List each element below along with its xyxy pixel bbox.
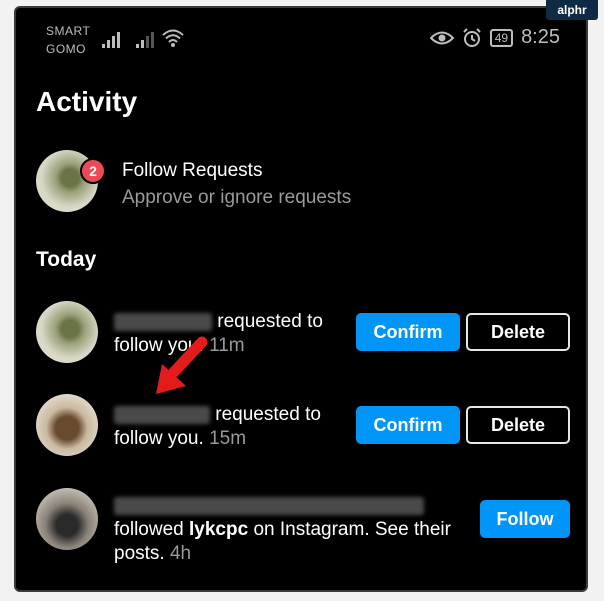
phone-screen: SMART GOMO 49 8:25 Activity 2 Follow Req…	[14, 6, 588, 592]
wifi-icon	[162, 29, 184, 47]
notification-text: requested to follow you. 15m	[114, 404, 321, 449]
redacted-username[interactable]	[114, 312, 212, 331]
delete-button[interactable]: Delete	[466, 313, 570, 351]
battery-icon: 49	[489, 28, 514, 47]
avatar[interactable]	[36, 488, 98, 550]
notification-text: requested to follow you. 11m	[114, 311, 323, 356]
signal-icon	[102, 30, 120, 48]
avatar[interactable]	[36, 394, 98, 456]
signal-icon	[136, 30, 154, 48]
redacted-username[interactable]	[114, 405, 210, 424]
alarm-icon	[462, 27, 481, 47]
alphr-watermark: alphr	[546, 0, 598, 20]
follow-button[interactable]: Follow	[480, 500, 570, 538]
count-badge: 2	[80, 158, 106, 184]
carrier-label: SMART GOMO	[46, 24, 91, 56]
mentioned-username[interactable]: lykcpc	[189, 519, 248, 540]
confirm-button[interactable]: Confirm	[356, 406, 460, 444]
follow-requests-title[interactable]: Follow Requests	[122, 160, 262, 182]
avatar[interactable]	[36, 301, 98, 363]
follow-requests-subtitle: Approve or ignore requests	[122, 187, 352, 208]
redacted-username[interactable]	[114, 496, 424, 515]
status-bar: SMART GOMO 49 8:25	[16, 8, 586, 70]
delete-button[interactable]: Delete	[466, 406, 570, 444]
page-title: Activity	[36, 86, 138, 117]
confirm-button[interactable]: Confirm	[356, 313, 460, 351]
arrow-icon	[156, 336, 208, 394]
status-right: 49 8:25	[429, 26, 560, 49]
clock: 8:25	[521, 26, 560, 48]
section-today: Today	[36, 248, 97, 271]
notification-text: followed lykcpc on Instagram. See their …	[114, 494, 469, 566]
eye-icon	[429, 31, 454, 44]
